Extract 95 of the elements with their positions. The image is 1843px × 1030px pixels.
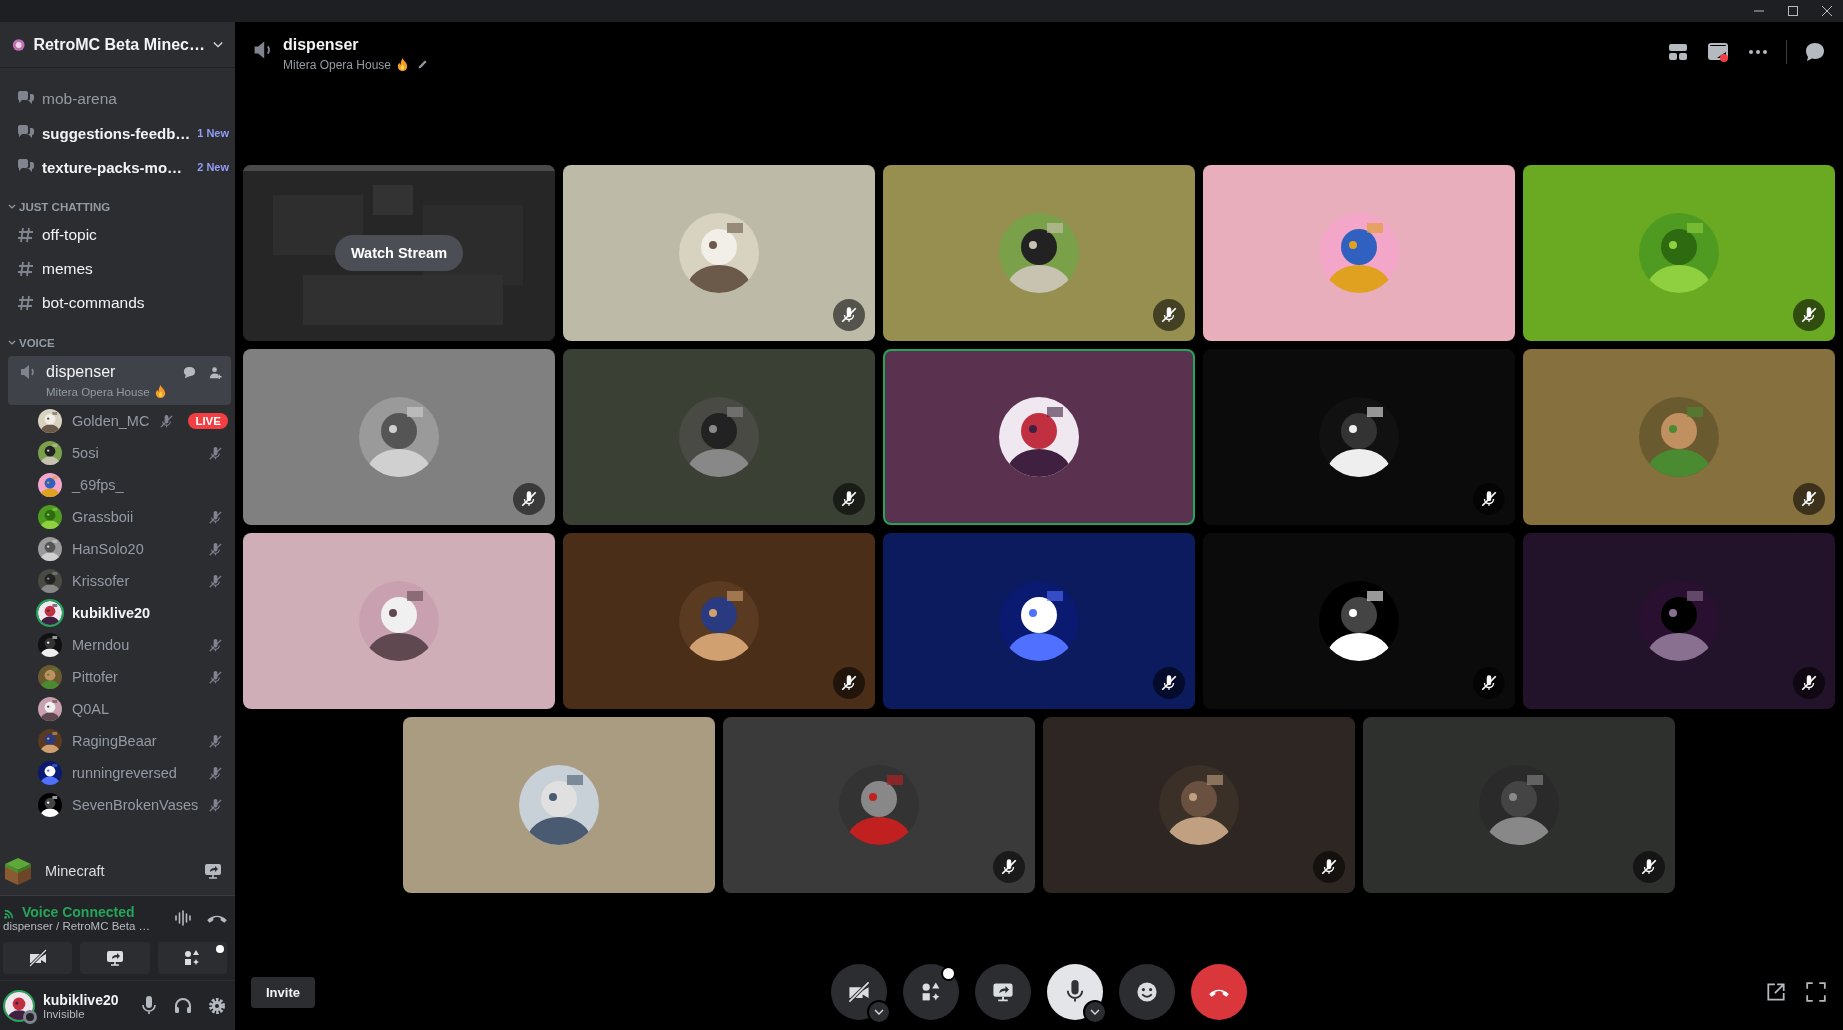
camera-off-icon (27, 948, 48, 968)
camera-button[interactable] (831, 964, 887, 1020)
voice-member[interactable]: Q0AL (8, 693, 231, 725)
activities-button[interactable] (903, 964, 959, 1020)
voice-member[interactable]: HanSolo20 (8, 533, 231, 565)
voice-member[interactable]: 5osi (8, 437, 231, 469)
share-screen-button[interactable] (975, 964, 1031, 1020)
user-name: kubiklive20 (43, 991, 120, 1008)
camera-button[interactable] (3, 942, 73, 974)
voice-member[interactable]: _69fps_ (8, 469, 231, 501)
maximize-icon[interactable] (1787, 5, 1799, 17)
channel-status: Mitera Opera House (283, 57, 392, 72)
voice-member[interactable]: Pittofer (8, 661, 231, 693)
chevron-icon (8, 340, 16, 346)
chevron-down-icon (212, 40, 223, 49)
channel-item[interactable]: memes (8, 252, 231, 286)
notification-dot (941, 966, 956, 981)
channel-status: Mitera Opera House (46, 385, 150, 398)
popout-window-icon[interactable] (1706, 40, 1730, 64)
category-title: VOICE (19, 337, 55, 349)
channel-item[interactable]: bot-commands (8, 286, 231, 320)
video-tile[interactable] (1523, 165, 1835, 341)
video-tile[interactable] (403, 717, 715, 893)
server-icon (12, 36, 26, 53)
video-tile[interactable] (1523, 533, 1835, 709)
popout-icon[interactable] (1765, 981, 1787, 1003)
notification-dot (216, 945, 224, 953)
video-tile[interactable] (723, 717, 1035, 893)
voice-member[interactable]: RagingBeaar (8, 725, 231, 757)
new-count: 2 New (197, 161, 229, 173)
smiley-icon (1135, 980, 1159, 1004)
caret-icon[interactable] (1083, 1000, 1107, 1024)
voice-member[interactable]: Grassboii (8, 501, 231, 533)
category-header[interactable]: VOICE (8, 332, 231, 354)
server-name: RetroMC Beta Minec… (33, 35, 205, 54)
channel-item[interactable]: off-topic (8, 218, 231, 252)
video-tile[interactable] (1203, 533, 1515, 709)
category-header[interactable]: JUST CHATTING (8, 196, 231, 218)
category-title: JUST CHATTING (19, 201, 111, 213)
sound-wave-icon[interactable] (173, 908, 193, 928)
video-tile[interactable] (1203, 165, 1515, 341)
video-tile[interactable] (883, 533, 1195, 709)
screen-share-icon[interactable] (203, 861, 223, 881)
video-tile[interactable]: Watch Stream (243, 165, 555, 341)
voice-member[interactable]: SevenBrokenVases (8, 789, 231, 821)
voice-location[interactable]: dispenser / RetroMC Beta … (3, 920, 159, 932)
hashtag-icon (16, 225, 36, 245)
channel-title: dispenser (283, 36, 360, 54)
hashtag-icon (16, 259, 36, 279)
voice-member[interactable]: kubiklive20 (8, 597, 231, 629)
voice-member[interactable]: Golden_MC LIVE (8, 405, 231, 437)
activities-button[interactable] (157, 942, 227, 974)
microphone-icon[interactable] (139, 995, 159, 1016)
microphone-button[interactable] (1047, 964, 1103, 1020)
channel-item[interactable]: suggestions-feedb… 1 New (8, 116, 231, 150)
video-tile[interactable] (243, 349, 555, 525)
video-tile[interactable] (883, 165, 1195, 341)
add-user-icon[interactable] (208, 364, 223, 380)
video-tile[interactable] (563, 165, 875, 341)
video-tile[interactable] (1523, 349, 1835, 525)
voice-member[interactable]: runningreversed (8, 757, 231, 789)
video-tile[interactable] (1203, 349, 1515, 525)
video-tile[interactable] (883, 349, 1195, 525)
watch-stream-button[interactable]: Watch Stream (334, 235, 464, 271)
settings-icon[interactable] (207, 995, 227, 1016)
new-count: 1 New (197, 127, 229, 139)
voice-channel-item[interactable]: dispenser Mitera Opera House (8, 356, 231, 405)
video-tile[interactable] (1363, 717, 1675, 893)
voice-member[interactable]: Merndou (8, 629, 231, 661)
hashtag-icon (16, 293, 36, 313)
voice-channel-name: dispenser (46, 363, 117, 381)
channel-item[interactable]: texture-packs-mo… 2 New (8, 150, 231, 184)
voice-member[interactable]: Krissofer (8, 565, 231, 597)
live-badge: LIVE (188, 413, 228, 429)
channel-item[interactable]: mob-arena (8, 82, 231, 116)
user-status: Invisible (43, 1007, 86, 1020)
voice-status: Voice Connected (22, 904, 135, 920)
video-tile[interactable] (243, 533, 555, 709)
leave-call-button[interactable] (1191, 964, 1247, 1020)
chevron-icon (8, 204, 16, 210)
close-icon[interactable] (1821, 5, 1833, 17)
emoji-button[interactable] (1119, 964, 1175, 1020)
screen-share-icon (105, 948, 125, 968)
video-tile[interactable] (563, 533, 875, 709)
chat-bubble-icon[interactable] (182, 364, 197, 380)
headphones-icon[interactable] (173, 995, 193, 1016)
chat-bubble-icon[interactable] (1803, 40, 1827, 64)
fullscreen-icon[interactable] (1805, 981, 1827, 1003)
video-tile[interactable] (563, 349, 875, 525)
invite-button[interactable]: Invite (251, 976, 315, 1008)
share-screen-button[interactable] (80, 942, 150, 974)
activity-name: Minecraft (45, 863, 106, 879)
camera-off-icon (847, 980, 871, 1004)
video-tile[interactable] (1043, 717, 1355, 893)
grass-block-icon (3, 856, 33, 886)
